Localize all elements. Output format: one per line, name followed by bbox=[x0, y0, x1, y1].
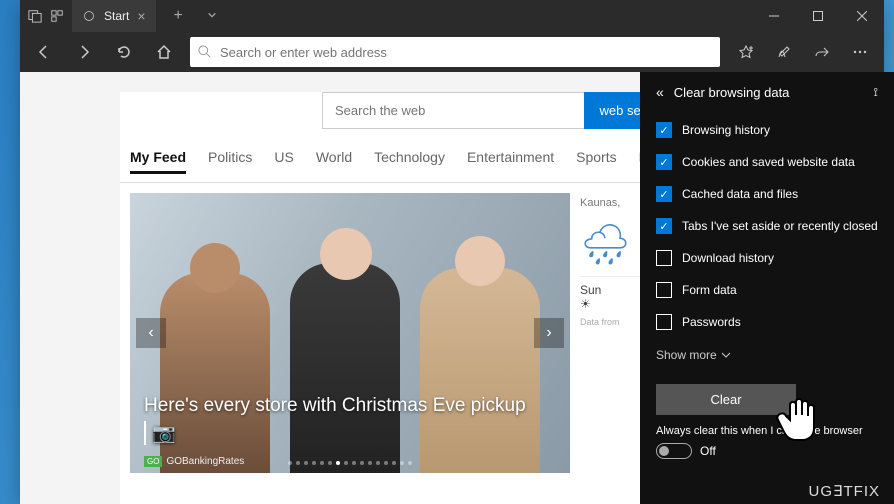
clear-browsing-panel: « Clear browsing data ⟟ Browsing history… bbox=[640, 72, 894, 504]
new-tab-button[interactable]: + bbox=[164, 7, 193, 25]
feed-tab-technology[interactable]: Technology bbox=[374, 149, 445, 174]
tabs-preview-icon[interactable] bbox=[50, 9, 64, 23]
panel-back-button[interactable]: « bbox=[656, 84, 664, 100]
clear-button[interactable]: Clear bbox=[656, 384, 796, 415]
toggle-state-label: Off bbox=[700, 444, 716, 458]
always-clear-label: Always clear this when I close the brows… bbox=[656, 425, 878, 443]
back-button[interactable] bbox=[30, 38, 58, 66]
panel-pin-icon[interactable]: ⟟ bbox=[874, 85, 878, 100]
watermark: UG∃TFIX bbox=[809, 482, 880, 500]
weather-day-label: Sun bbox=[580, 283, 601, 297]
checkbox[interactable] bbox=[656, 186, 672, 202]
camera-icon: 📷 bbox=[144, 421, 176, 445]
checkbox-row[interactable]: Tabs I've set aside or recently closed bbox=[656, 210, 878, 242]
checkbox-label: Browsing history bbox=[682, 123, 770, 137]
checkbox-label: Cached data and files bbox=[682, 187, 798, 201]
web-search-input[interactable] bbox=[322, 92, 584, 129]
tabs-aside-icon[interactable] bbox=[28, 9, 42, 23]
checkbox-label: Passwords bbox=[682, 315, 741, 329]
favorites-icon[interactable] bbox=[732, 38, 760, 66]
hero-headline: Here's every store with Christmas Eve pi… bbox=[144, 395, 556, 445]
more-icon[interactable] bbox=[846, 38, 874, 66]
checkbox-row[interactable]: Browsing history bbox=[656, 114, 878, 146]
hero-source: GO GOBankingRates bbox=[144, 456, 244, 467]
checkbox[interactable] bbox=[656, 218, 672, 234]
feed-tab-entertainment[interactable]: Entertainment bbox=[467, 149, 554, 174]
checkbox[interactable] bbox=[656, 314, 672, 330]
checkbox[interactable] bbox=[656, 282, 672, 298]
checkbox-label: Tabs I've set aside or recently closed bbox=[682, 219, 878, 233]
close-button[interactable] bbox=[840, 0, 884, 32]
carousel-prev-button[interactable]: ‹ bbox=[136, 318, 166, 348]
carousel-dots bbox=[288, 461, 412, 465]
checkbox-row[interactable]: Cookies and saved website data bbox=[656, 146, 878, 178]
browser-tab[interactable]: Start × bbox=[72, 0, 156, 32]
weather-sun-icon: ☀ bbox=[580, 297, 591, 311]
checkbox[interactable] bbox=[656, 122, 672, 138]
feed-tab-politics[interactable]: Politics bbox=[208, 149, 252, 174]
address-bar[interactable] bbox=[190, 37, 720, 67]
checkbox-label: Download history bbox=[682, 251, 774, 265]
chevron-down-icon bbox=[721, 350, 731, 360]
share-icon[interactable] bbox=[808, 38, 836, 66]
edge-icon bbox=[82, 9, 96, 23]
hero-card[interactable]: ‹ › Here's every store with Christmas Ev… bbox=[130, 193, 570, 473]
tab-title: Start bbox=[104, 9, 129, 23]
feed-tab-sports[interactable]: Sports bbox=[576, 149, 616, 174]
checkbox[interactable] bbox=[656, 250, 672, 266]
checkbox-row[interactable]: Form data bbox=[656, 274, 878, 306]
search-icon bbox=[198, 45, 212, 59]
show-more-button[interactable]: Show more bbox=[656, 338, 878, 372]
forward-button[interactable] bbox=[70, 38, 98, 66]
maximize-button[interactable] bbox=[796, 0, 840, 32]
carousel-next-button[interactable]: › bbox=[534, 318, 564, 348]
feed-tab-world[interactable]: World bbox=[316, 149, 352, 174]
panel-title: Clear browsing data bbox=[674, 85, 790, 100]
toolbar bbox=[20, 32, 884, 72]
tab-dropdown-icon[interactable] bbox=[201, 7, 223, 25]
checkbox-label: Cookies and saved website data bbox=[682, 155, 855, 169]
home-button[interactable] bbox=[150, 38, 178, 66]
checkbox-row[interactable]: Passwords bbox=[656, 306, 878, 338]
feed-tab-myfeed[interactable]: My Feed bbox=[130, 149, 186, 174]
checkbox[interactable] bbox=[656, 154, 672, 170]
reading-icon[interactable] bbox=[770, 38, 798, 66]
titlebar: Start × + bbox=[20, 0, 884, 32]
minimize-button[interactable] bbox=[752, 0, 796, 32]
checkbox-label: Form data bbox=[682, 283, 737, 297]
checkbox-row[interactable]: Download history bbox=[656, 242, 878, 274]
feed-tab-us[interactable]: US bbox=[274, 149, 293, 174]
address-input[interactable] bbox=[220, 45, 712, 60]
always-clear-toggle[interactable] bbox=[656, 443, 692, 459]
refresh-button[interactable] bbox=[110, 38, 138, 66]
tab-close-icon[interactable]: × bbox=[137, 8, 145, 24]
web-search-box: web search bbox=[322, 92, 682, 129]
checkbox-row[interactable]: Cached data and files bbox=[656, 178, 878, 210]
